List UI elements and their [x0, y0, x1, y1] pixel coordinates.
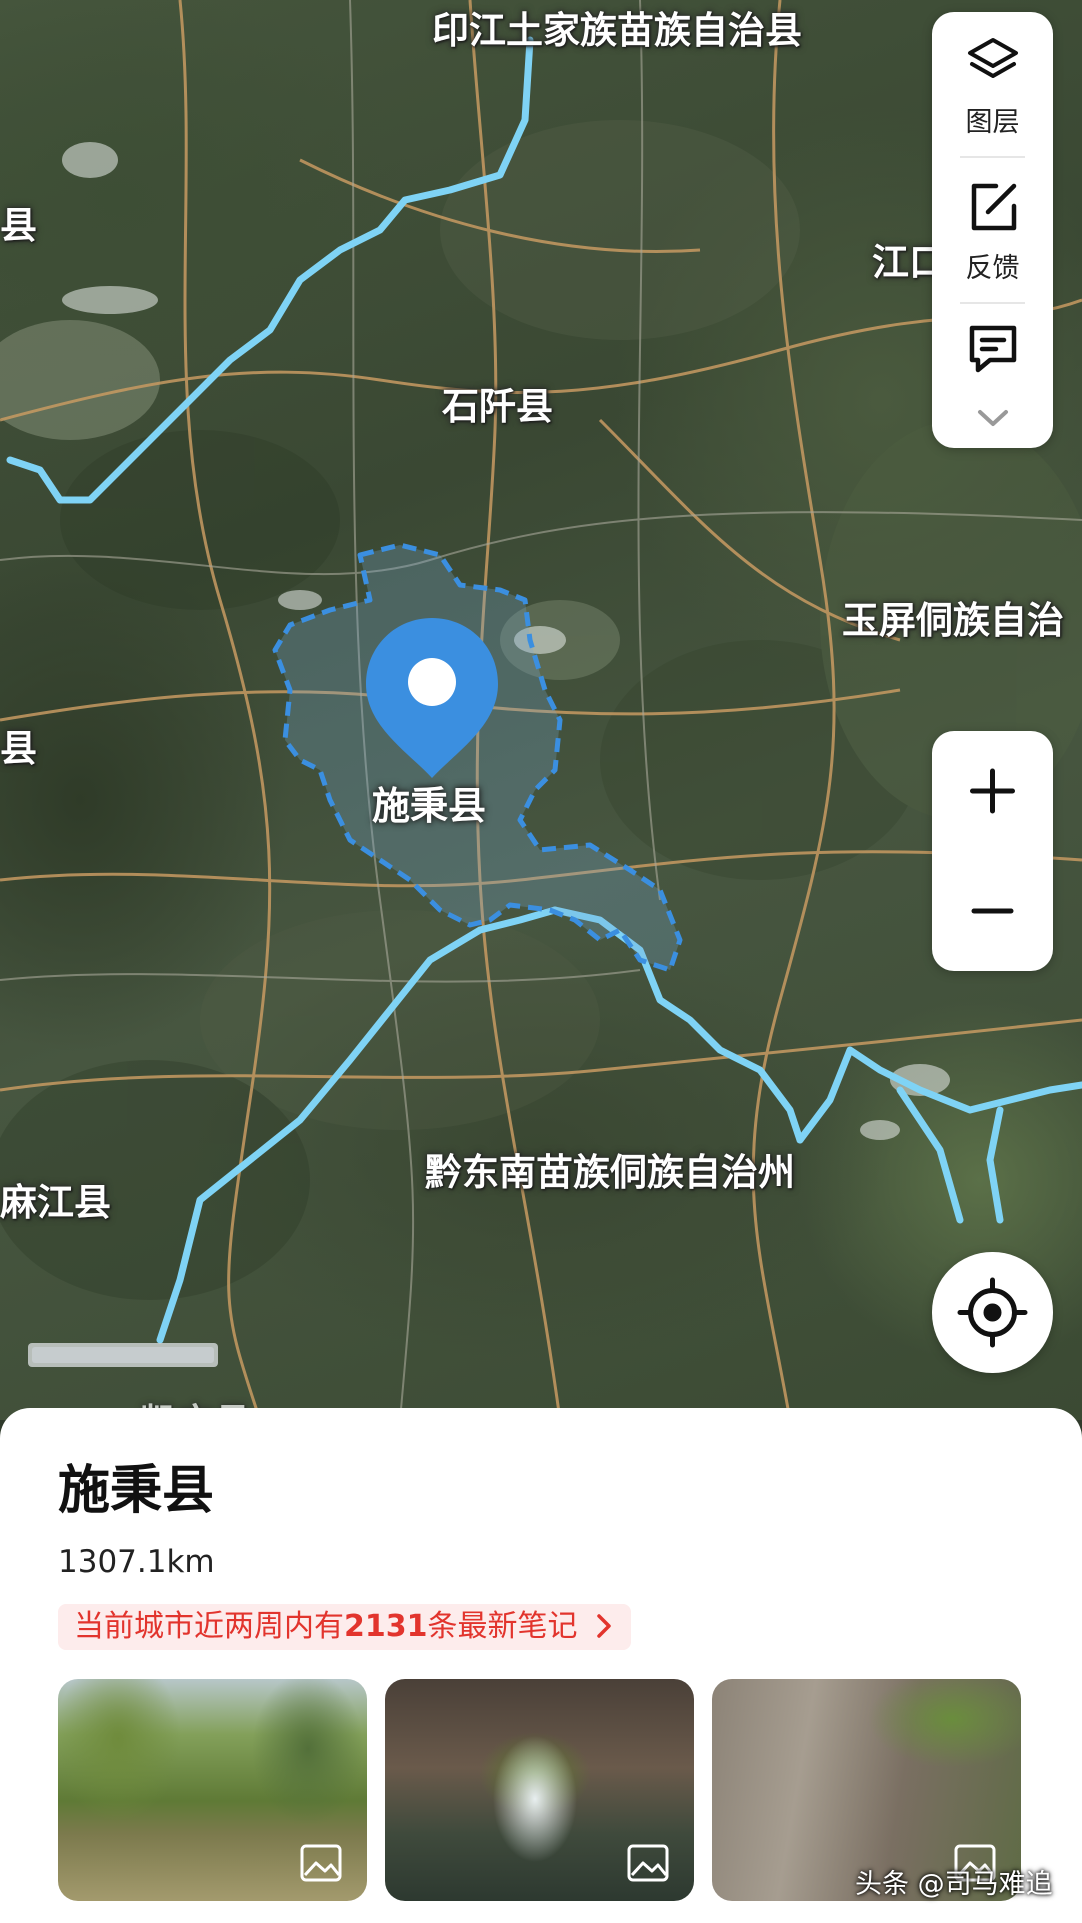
zoom-out-button[interactable] — [932, 851, 1053, 971]
plus-icon — [970, 768, 1015, 814]
map-label-yuping: 玉屏侗族自治 — [842, 599, 1064, 642]
toolbar-expand-button[interactable] — [932, 398, 1053, 442]
zoom-controls — [932, 731, 1053, 971]
place-title: 施秉县 — [58, 1461, 215, 1521]
place-detail-sheet[interactable]: 施秉县 1307.1km 当前城市近两周内有2131条最新笔记 — [0, 1408, 1082, 1923]
map-toolbar: 图层 反馈 — [932, 12, 1053, 448]
notes-prefix: 当前城市近两周内有 — [74, 1609, 344, 1644]
map-label-left-edge-1: 县 — [0, 204, 37, 247]
minus-icon — [971, 908, 1014, 914]
map-label-qiandongnan: 黔东南苗族侗族自治州 — [425, 1151, 795, 1194]
feedback-button[interactable]: 反馈 — [932, 158, 1053, 288]
chevron-down-icon — [978, 410, 1008, 426]
photo-thumbnail-waterfall[interactable] — [385, 1679, 694, 1901]
photo-thumbnail-river-gorge[interactable] — [58, 1679, 367, 1901]
map-view[interactable]: 印江土家族苗族自治县 县 江口 石阡县 玉屏侗族自治 县 黔东南苗族侗族自治州 … — [0, 0, 1082, 1420]
image-icon — [627, 1844, 669, 1882]
image-icon — [300, 1844, 342, 1882]
place-distance: 1307.1km — [58, 1544, 215, 1580]
layers-button[interactable]: 图层 — [932, 12, 1053, 142]
feedback-label: 反馈 — [965, 253, 1020, 284]
map-label-majiang: 麻江县 — [0, 1181, 111, 1224]
locate-button[interactable] — [932, 1252, 1053, 1373]
selected-place-label: 施秉县 — [372, 784, 487, 828]
location-pin-icon[interactable] — [362, 614, 502, 782]
map-label-yinjiang: 印江土家族苗族自治县 — [432, 9, 802, 52]
feedback-edit-icon — [971, 183, 1017, 231]
locate-icon — [957, 1277, 1028, 1348]
watermark: 头条 @司马难追 — [855, 1869, 1053, 1900]
layers-icon — [968, 38, 1018, 78]
message-button[interactable] — [932, 304, 1053, 384]
notes-count: 2131 — [344, 1609, 428, 1644]
message-icon — [969, 325, 1017, 373]
map-label-left-edge-2: 县 — [0, 727, 37, 770]
zoom-in-button[interactable] — [932, 731, 1053, 851]
layers-label: 图层 — [965, 107, 1020, 138]
map-terrain-layer — [0, 0, 1082, 1420]
latest-notes-link[interactable]: 当前城市近两周内有2131条最新笔记 — [58, 1604, 632, 1650]
notes-suffix: 条最新笔记 — [427, 1609, 578, 1644]
scale-bar — [28, 1343, 218, 1367]
map-label-shiqian: 石阡县 — [442, 385, 553, 428]
chevron-right-icon — [597, 1614, 611, 1638]
